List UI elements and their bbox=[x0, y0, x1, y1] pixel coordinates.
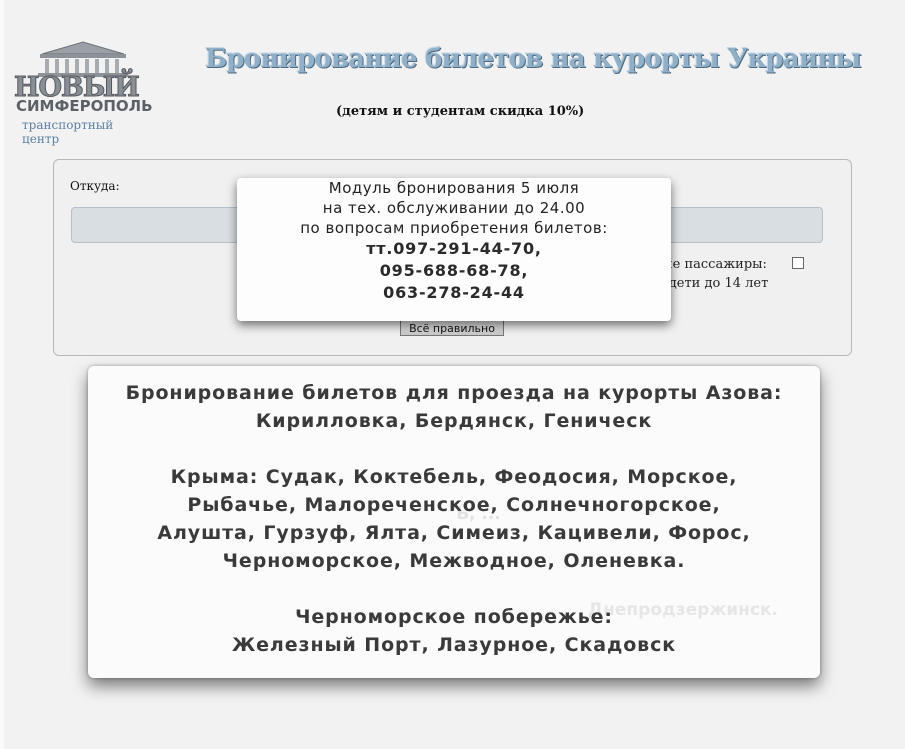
black-sea-heading: Черноморское побережье: bbox=[295, 606, 613, 628]
notice-line-3: по вопросам приобретения билетов: bbox=[300, 219, 608, 237]
azov-heading: Бронирование билетов для проезда на куро… bbox=[125, 382, 783, 404]
from-label: Откуда: bbox=[70, 179, 120, 193]
notice-line-1: Модуль бронирования 5 июля bbox=[328, 179, 580, 197]
phone-1: тт.097-291-44-70, bbox=[366, 239, 542, 258]
passengers-label: ие пассажиры: bbox=[664, 257, 767, 272]
black-sea-list: Железный Порт, Лазурное, Скадовск bbox=[231, 634, 677, 656]
crimea-line-4: Черноморское, Межводное, Оленевка. bbox=[222, 550, 686, 572]
discount-note: (детям и студентам скидка 10%) bbox=[336, 104, 585, 119]
phone-3: 063-278-24-44 bbox=[383, 283, 525, 302]
resorts-card: Ъ, ... Днепродзержинск. Бронирование бил… bbox=[88, 366, 820, 678]
crimea-line-1: Крыма: Судак, Коктебель, Феодосия, Морск… bbox=[170, 466, 738, 488]
logo[interactable]: НОВЫЙ СИМФЕРОПОЛЬ транспортный центр bbox=[12, 40, 154, 146]
passengers-checkbox[interactable] bbox=[792, 257, 804, 269]
maintenance-popup: Модуль бронирования 5 июля на тех. обслу… bbox=[237, 178, 671, 321]
phone-2: 095-688-68-78, bbox=[379, 261, 529, 280]
crimea-line-2: Рыбачье, Малореченское, Солнечногорское, bbox=[187, 494, 721, 516]
crimea-line-3: Алушта, Гурзуф, Ялта, Симеиз, Кацивели, … bbox=[157, 522, 751, 544]
left-edge-strip bbox=[0, 0, 4, 749]
logo-city: СИМФЕРОПОЛЬ bbox=[16, 97, 153, 115]
notice-line-2: на тех. обслуживании до 24.00 bbox=[322, 199, 586, 217]
logo-subtitle: транспортный центр bbox=[22, 118, 114, 146]
children-label: и дети до 14 лет bbox=[656, 276, 769, 291]
page: НОВЫЙ СИМФЕРОПОЛЬ транспортный центр Бро… bbox=[0, 0, 905, 749]
page-title: Бронирование билетов на курорты Украины bbox=[205, 44, 862, 74]
azov-list: Кирилловка, Бердянск, Геническ bbox=[255, 410, 653, 432]
confirm-button[interactable]: Всё правильно bbox=[400, 320, 504, 336]
